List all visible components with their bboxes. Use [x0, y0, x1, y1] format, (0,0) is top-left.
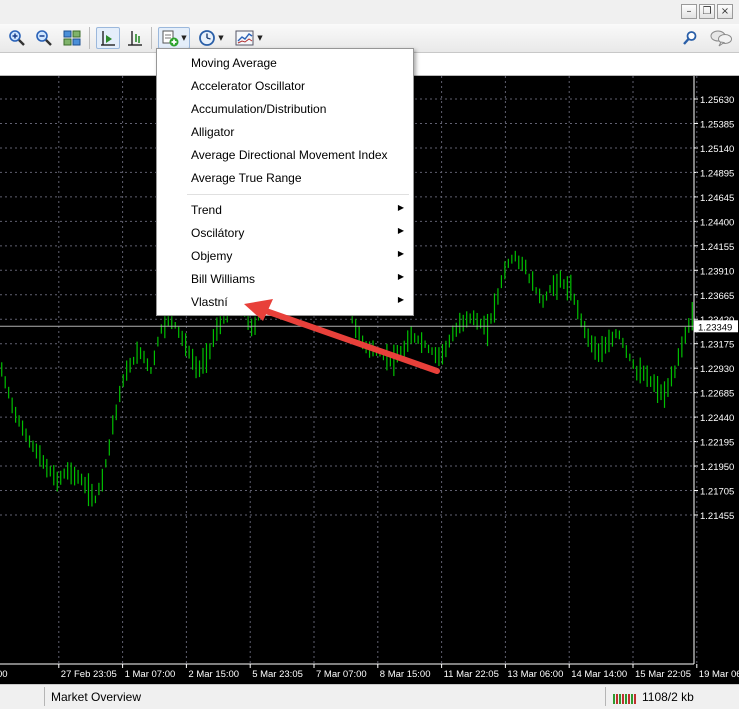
indicators-button[interactable]: ▼ — [158, 27, 190, 49]
window-title-bar: – ❐ × — [0, 0, 739, 25]
time-axis-label: 27 Feb 23:05 — [61, 669, 117, 680]
submenu-bill-williams[interactable]: Bill Williams ▶ — [157, 268, 413, 290]
menu-item-label: Trend — [191, 203, 222, 217]
time-axis-label: 5 Mar 23:05 — [252, 669, 303, 680]
time-axis-label: 1 Mar 07:00 — [125, 669, 176, 680]
price-axis-label: 1.23175 — [700, 340, 734, 351]
price-axis-label: 1.24645 — [700, 193, 734, 204]
window-controls: – ❐ × — [681, 4, 733, 19]
price-axis-label: 1.23910 — [700, 266, 734, 277]
periods-button[interactable]: ▼ — [195, 27, 227, 49]
auto-scroll-button[interactable] — [96, 27, 120, 49]
menu-item-label: Oscilátory — [191, 226, 245, 240]
price-axis-label: 1.21705 — [700, 487, 734, 498]
time-axis-label: 8 Mar 15:00 — [380, 669, 431, 680]
zoom-in-icon — [9, 30, 25, 46]
auto-scroll-icon — [101, 31, 115, 46]
current-price-label: 1.23349 — [698, 322, 732, 333]
close-button[interactable]: × — [717, 4, 733, 19]
minimize-button[interactable]: – — [681, 4, 697, 19]
price-axis-label: 1.24155 — [700, 242, 734, 253]
templates-button[interactable]: ▼ — [232, 27, 266, 49]
menu-item-label: Alligator — [191, 125, 235, 139]
price-axis-label: 1.23665 — [700, 291, 734, 302]
submenu-trend[interactable]: Trend ▶ — [157, 199, 413, 221]
menu-item-label: Moving Average — [191, 56, 277, 70]
restore-button[interactable]: ❐ — [699, 4, 715, 19]
price-axis-label: 1.22930 — [700, 364, 734, 375]
price-axis-label: 1.22685 — [700, 389, 734, 400]
menu-separator — [187, 194, 409, 195]
submenu-custom[interactable]: Vlastní ▶ — [157, 291, 413, 313]
menu-item-label: Objemy — [191, 249, 233, 263]
menu-item-moving-average[interactable]: Moving Average — [157, 52, 413, 74]
price-axis-label: 1.22440 — [700, 413, 734, 424]
menu-item-label: Accumulation/Distribution — [191, 102, 327, 116]
chart-shift-button[interactable] — [124, 27, 146, 49]
status-divider — [605, 687, 606, 706]
submenu-arrow-icon: ▶ — [397, 203, 404, 212]
price-axis-label: 1.25385 — [700, 119, 734, 130]
menu-item-label: Average True Range — [191, 171, 302, 185]
search-button[interactable] — [680, 27, 700, 49]
connection-status-icon — [613, 694, 636, 704]
status-bar: Market Overview 1108/2 kb — [0, 684, 739, 709]
price-axis-label: 1.24895 — [700, 168, 734, 179]
time-axis-label: 19 Mar 06:00 — [699, 669, 739, 680]
submenu-arrow-icon: ▶ — [397, 272, 404, 281]
zoom-out-button[interactable] — [33, 27, 55, 49]
price-axis-label: 1.22195 — [700, 438, 734, 449]
submenu-arrow-icon: ▶ — [397, 249, 404, 258]
time-axis-label: 2 Mar 15:00 — [188, 669, 239, 680]
menu-item-alligator[interactable]: Alligator — [157, 121, 413, 143]
menu-item-label: Average Directional Movement Index — [191, 148, 388, 162]
submenu-volumes[interactable]: Objemy ▶ — [157, 245, 413, 267]
chart-shift-icon — [128, 31, 142, 46]
zoom-out-icon — [36, 30, 52, 46]
chat-button[interactable] — [708, 27, 734, 49]
menu-item-accumulation-distribution[interactable]: Accumulation/Distribution — [157, 98, 413, 120]
toolbar-separator — [151, 27, 152, 49]
tile-windows-button[interactable] — [61, 27, 83, 49]
price-axis-label: 1.21950 — [700, 462, 734, 473]
time-axis-label: 7 Mar 07:00 — [316, 669, 367, 680]
search-icon — [683, 31, 697, 45]
tile-windows-icon — [63, 30, 81, 46]
price-axis-label: 1.25630 — [700, 95, 734, 106]
submenu-arrow-icon: ▶ — [397, 295, 404, 304]
status-divider — [44, 687, 45, 706]
chart-template-icon — [235, 30, 254, 46]
chevron-down-icon: ▼ — [181, 34, 187, 42]
chevron-down-icon: ▼ — [257, 34, 263, 42]
time-axis-label: 15 Mar 22:05 — [635, 669, 691, 680]
menu-item-label: Bill Williams — [191, 272, 255, 286]
price-axis-label: 1.25140 — [700, 144, 734, 155]
submenu-arrow-icon: ▶ — [397, 226, 404, 235]
chevron-down-icon: ▼ — [218, 34, 224, 42]
menu-item-accelerator-oscillator[interactable]: Accelerator Oscillator — [157, 75, 413, 97]
menu-item-label: Vlastní — [191, 295, 228, 309]
add-indicator-icon — [162, 30, 179, 47]
indicators-menu: Moving Average Accelerator Oscillator Ac… — [156, 48, 414, 316]
clock-icon — [199, 30, 216, 46]
menu-item-label: Accelerator Oscillator — [191, 79, 306, 93]
time-axis-label: 00 — [0, 669, 8, 680]
menu-item-average-true-range[interactable]: Average True Range — [157, 167, 413, 189]
time-axis-label: 13 Mar 06:00 — [507, 669, 563, 680]
chat-icon — [710, 30, 732, 47]
market-overview-tab[interactable]: Market Overview — [51, 690, 141, 704]
submenu-oscillators[interactable]: Oscilátory ▶ — [157, 222, 413, 244]
price-axis-label: 1.21455 — [700, 511, 734, 522]
time-axis-label: 14 Mar 14:00 — [571, 669, 627, 680]
price-axis-label: 1.24400 — [700, 217, 734, 228]
menu-item-average-directional-movement-index[interactable]: Average Directional Movement Index — [157, 144, 413, 166]
time-axis-label: 11 Mar 22:05 — [444, 669, 499, 680]
zoom-in-button[interactable] — [6, 27, 28, 49]
traffic-counter: 1108/2 kb — [642, 690, 694, 704]
toolbar-separator — [89, 27, 90, 49]
